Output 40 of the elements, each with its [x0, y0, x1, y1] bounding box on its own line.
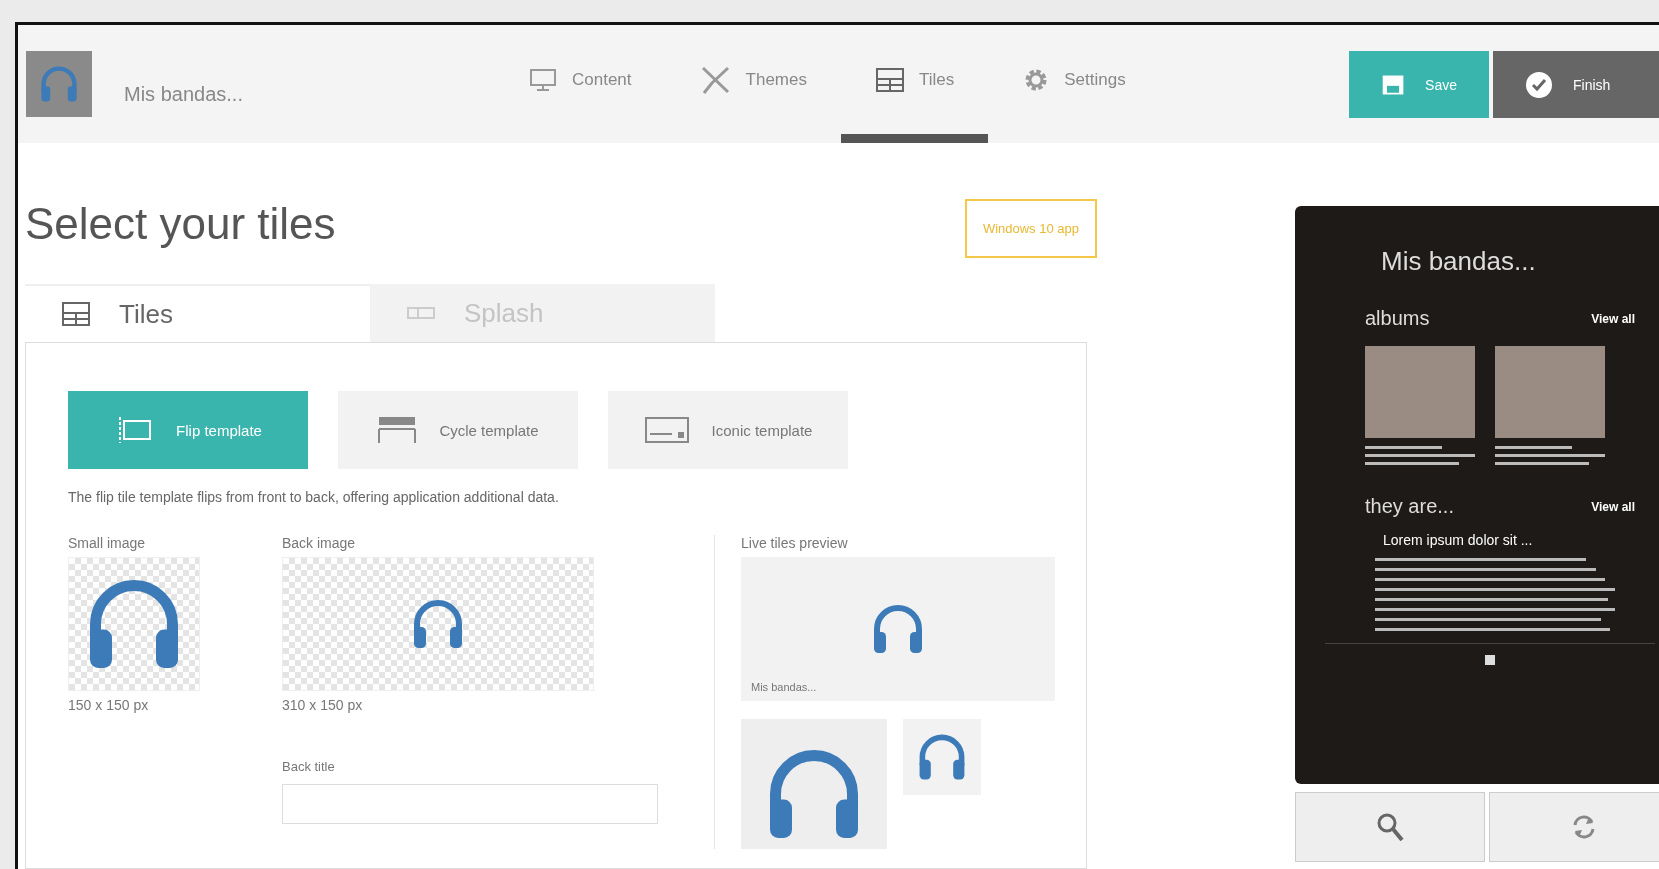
image-size: 150 x 150 px — [68, 697, 150, 713]
app-name: Mis bandas... — [124, 83, 244, 107]
template-button[interactable]: Iconic template — [608, 391, 848, 469]
field-label: Back title — [282, 759, 336, 774]
app-bar-icon — [1484, 654, 1496, 666]
section-heading: they are... — [1365, 495, 1454, 518]
template-description: The flip tile template flips from front to back, offering application additional data. — [68, 489, 560, 505]
image-label: Back image — [282, 535, 357, 551]
nav-tab[interactable]: Content — [494, 25, 666, 143]
refresh-button[interactable] — [1489, 792, 1659, 862]
tile-caption: Mis bandas... — [751, 681, 817, 693]
image-upload[interactable] — [282, 557, 594, 691]
iconic-icon — [643, 416, 690, 444]
splash-icon — [406, 305, 436, 321]
template-button[interactable]: Flip template — [68, 391, 308, 469]
section-heading: albums — [1365, 307, 1430, 330]
platform-badge: Windows 10 app — [964, 199, 1097, 258]
image-label: Small image — [68, 535, 147, 551]
search-button[interactable] — [1295, 792, 1485, 862]
save-button[interactable]: Save — [1349, 51, 1489, 118]
page-title: Select your tiles — [25, 199, 336, 249]
template-button[interactable]: Cycle template — [338, 391, 578, 469]
image-upload[interactable] — [68, 557, 200, 691]
phone-app-title: Mis bandas... — [1381, 246, 1537, 277]
cycle-icon — [377, 415, 418, 445]
preview-label: Live tiles preview — [741, 535, 849, 551]
nav-tab[interactable]: Tiles — [840, 25, 989, 143]
tiles-icon — [61, 301, 91, 327]
nav-tab[interactable]: Settings — [988, 25, 1160, 143]
finish-button[interactable]: Finish — [1493, 51, 1659, 118]
check-icon — [1525, 70, 1553, 99]
search-icon — [1375, 811, 1405, 843]
tiles-icon — [874, 66, 905, 93]
image-size: 310 x 150 px — [282, 697, 364, 713]
monitor-icon — [528, 67, 558, 92]
article-title: Lorem ipsum dolor sit ... — [1383, 532, 1534, 548]
view-all-link[interactable]: View all — [1591, 499, 1635, 514]
nav-tab[interactable]: Themes — [665, 25, 841, 143]
view-all-link[interactable]: View all — [1591, 311, 1635, 326]
back-title-field[interactable] — [282, 784, 658, 824]
